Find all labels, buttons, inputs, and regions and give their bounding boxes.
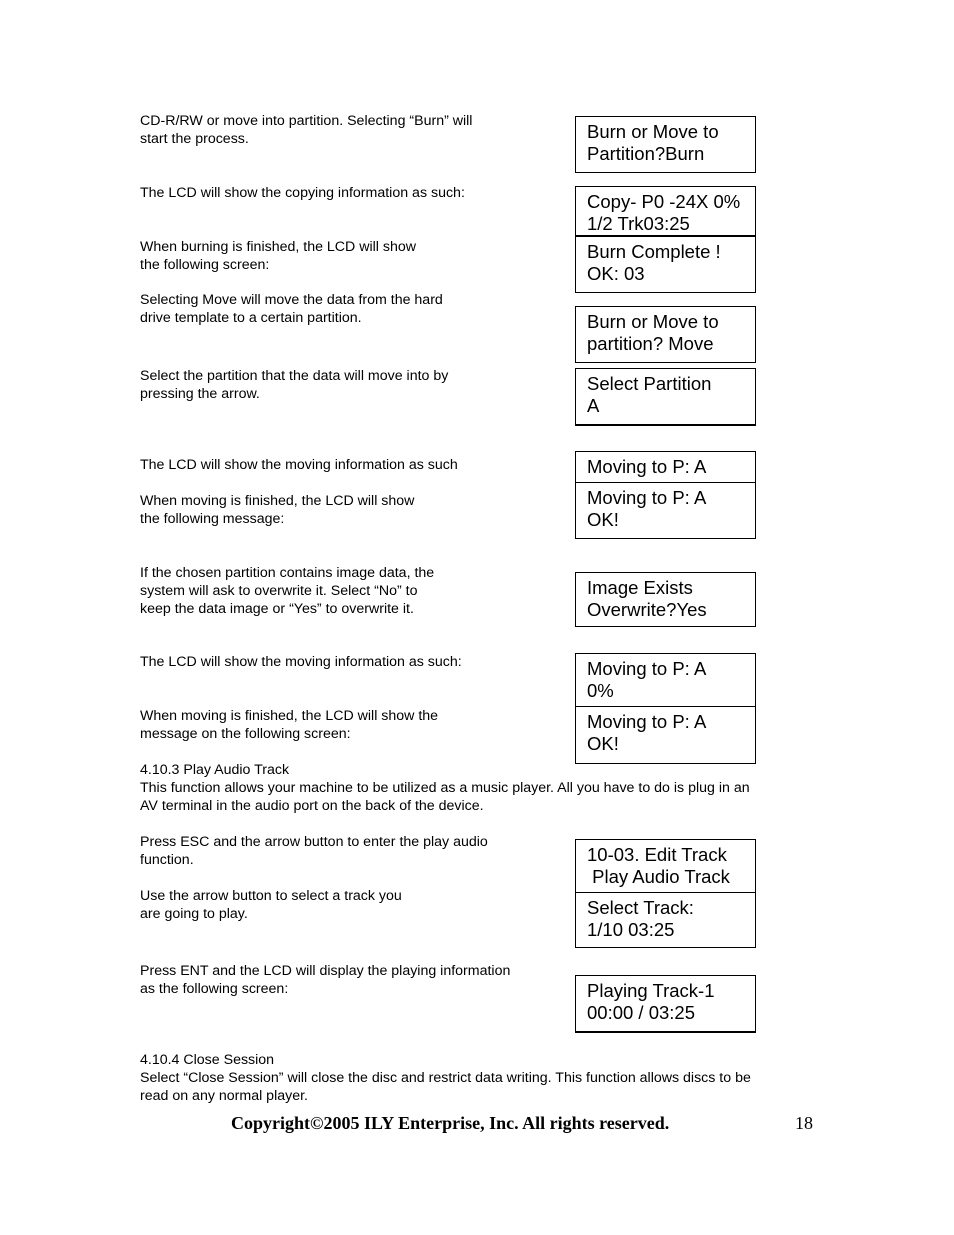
paragraph: Press ESC and the arrow button to enter … [140,834,488,868]
paragraph: Select “Close Session” will close the di… [140,1070,751,1104]
lcd-screen: Playing Track-1 00:00 / 03:25 [575,975,756,1033]
paragraph: Use the arrow button to select a track y… [140,888,402,922]
lcd-screen: Moving to P: A 0% [575,653,756,707]
paragraph: When burning is finished, the LCD will s… [140,239,416,273]
paragraph: The LCD will show the copying informatio… [140,185,465,201]
paragraph: Select the partition that the data will … [140,368,449,402]
lcd-screen: Select Track: 1/10 03:25 [575,892,756,948]
lcd-screen: Image Exists Overwrite?Yes [575,572,756,627]
lcd-screen: Burn Complete ! OK: 03 [575,236,756,293]
paragraph: If the chosen partition contains image d… [140,565,435,617]
paragraph: Selecting Move will move the data from t… [140,292,443,326]
paragraph: The LCD will show the moving information… [140,457,458,473]
paragraph: Press ENT and the LCD will display the p… [140,963,511,997]
lcd-screen: Burn or Move to partition? Move [575,306,756,363]
lcd-screen: Moving to P: A [575,451,756,483]
lcd-screen: Burn or Move to Partition?Burn [575,116,756,173]
page-number: 18 [795,1113,813,1133]
lcd-screen: Moving to P: A OK! [575,482,756,539]
paragraph: When moving is finished, the LCD will sh… [140,493,415,527]
lcd-screen: 10-03. Edit Track Play Audio Track [575,839,756,893]
lcd-screen: Select Partition A [575,368,756,426]
section-heading: 4.10.3 Play Audio Track [140,762,290,778]
section-heading: 4.10.4 Close Session [140,1052,275,1068]
paragraph: CD-R/RW or move into partition. Selectin… [140,113,473,147]
paragraph: When moving is finished, the LCD will sh… [140,708,439,742]
lcd-screen: Copy- P0 -24X 0% 1/2 Trk03:25 [575,186,756,237]
copyright-footer: Copyright©2005 ILY Enterprise, Inc. All … [231,1113,670,1133]
lcd-screen: Moving to P: A OK! [575,706,756,764]
paragraph: This function allows your machine to be … [140,780,750,814]
paragraph: The LCD will show the moving information… [140,654,462,670]
